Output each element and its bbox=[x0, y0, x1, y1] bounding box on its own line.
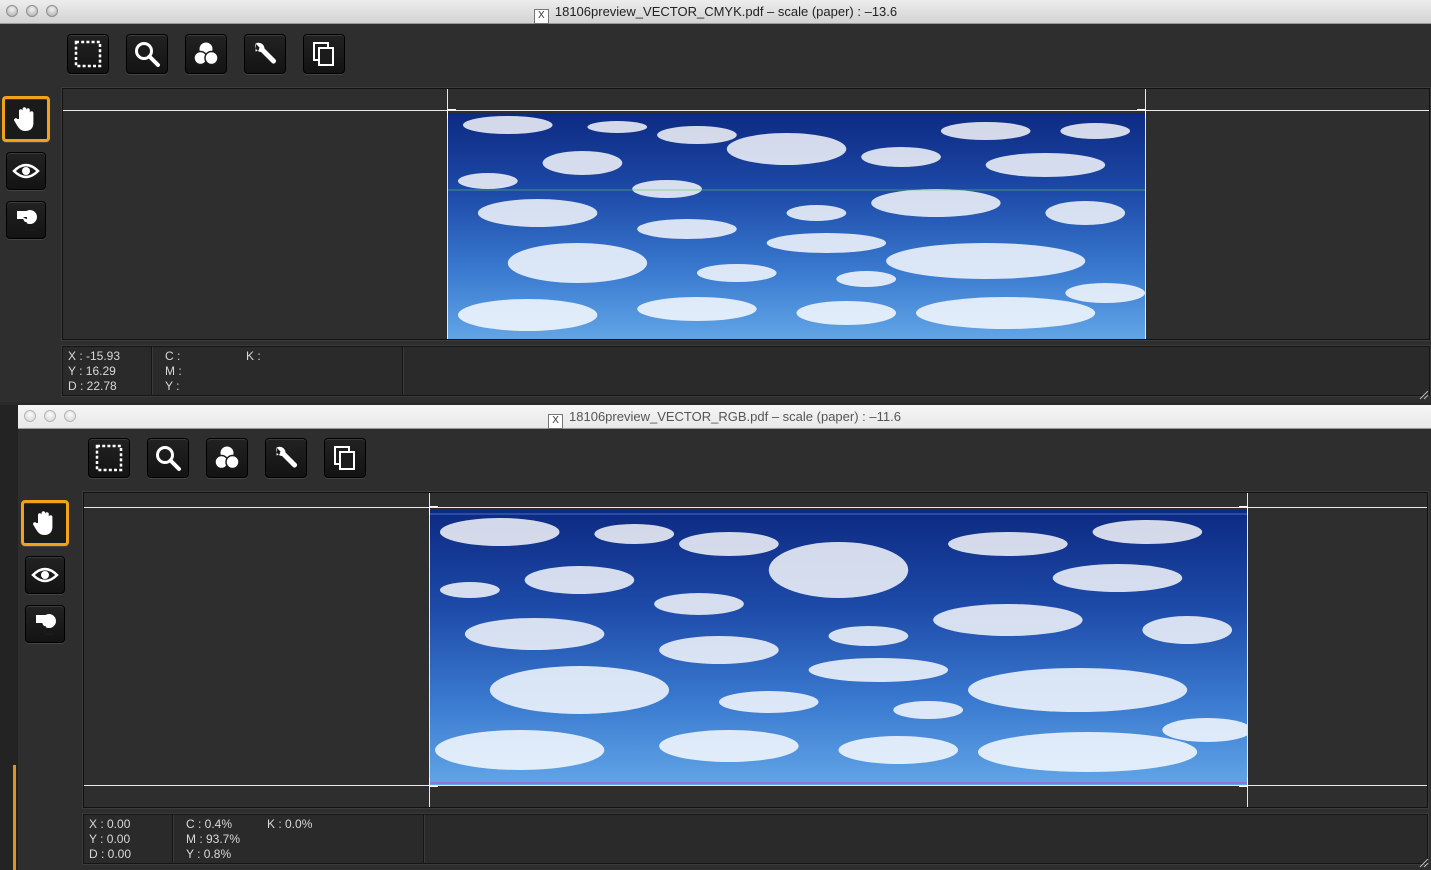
color-separations-icon bbox=[193, 42, 219, 66]
crop-mark-bottom-left bbox=[429, 778, 438, 787]
separations-button[interactable] bbox=[185, 34, 227, 74]
yellow-value: Y : bbox=[165, 379, 180, 393]
crop-mark-top-right bbox=[1239, 506, 1248, 515]
hand-icon bbox=[14, 107, 34, 131]
pages-button[interactable] bbox=[324, 438, 366, 478]
y-coordinate: Y : 0.00 bbox=[89, 832, 131, 846]
horizontal-guide-bottom bbox=[84, 785, 1427, 786]
sidebar-tools bbox=[21, 500, 69, 654]
black-value: K : 0.0% bbox=[267, 817, 313, 831]
preview-canvas[interactable] bbox=[83, 492, 1428, 808]
overlay-icon bbox=[36, 614, 56, 635]
settings-button[interactable] bbox=[265, 438, 307, 478]
k-readout: K : bbox=[246, 349, 261, 364]
yellow-value: Y : 0.8% bbox=[186, 847, 232, 861]
position-readout: X : -15.93 Y : 16.29 D : 22.78 bbox=[68, 349, 120, 394]
resize-grip-icon[interactable] bbox=[1419, 390, 1429, 400]
preview-window-cmyk: X 18106preview_VECTOR_CMYK.pdf – scale (p… bbox=[0, 0, 1431, 402]
select-tool-button[interactable] bbox=[67, 34, 109, 74]
view-tool-button[interactable] bbox=[25, 556, 65, 594]
vertical-guide-right bbox=[1247, 493, 1248, 807]
select-tool-button[interactable] bbox=[88, 438, 130, 478]
x11-icon: X bbox=[548, 414, 564, 429]
sidebar-tools bbox=[2, 96, 50, 250]
eye-icon bbox=[12, 163, 40, 179]
x11-icon: X bbox=[533, 9, 549, 24]
pages-icon bbox=[313, 42, 334, 66]
hand-icon bbox=[33, 511, 53, 535]
wrench-icon bbox=[276, 446, 297, 468]
title-bar: X 18106preview_VECTOR_CMYK.pdf – scale (p… bbox=[0, 0, 1431, 24]
zoom-tool-button[interactable] bbox=[147, 438, 189, 478]
k-readout: K : 0.0% bbox=[267, 817, 312, 832]
separator bbox=[402, 347, 404, 395]
horizontal-guide bbox=[63, 110, 1429, 111]
y-coordinate: Y : 16.29 bbox=[68, 364, 116, 378]
resize-grip-icon[interactable] bbox=[1419, 858, 1429, 868]
vertical-guide-right bbox=[1145, 89, 1146, 339]
distance: D : 22.78 bbox=[68, 379, 117, 393]
preview-window-rgb: X 18106preview_VECTOR_RGB.pdf – scale (pa… bbox=[18, 405, 1431, 870]
separator bbox=[172, 815, 174, 863]
clouds-graphic bbox=[448, 116, 1145, 331]
toolbar bbox=[88, 438, 366, 478]
select-marquee-icon bbox=[74, 40, 102, 68]
crop-mark-top-left bbox=[447, 109, 456, 118]
artwork-preview bbox=[430, 510, 1247, 785]
overlay-tool-button[interactable] bbox=[25, 605, 65, 643]
window-title-text: 18106preview_VECTOR_CMYK.pdf – scale (pa… bbox=[554, 4, 898, 19]
eye-icon bbox=[31, 567, 59, 583]
select-marquee-icon bbox=[95, 444, 123, 472]
cmy-readout: C : M : Y : bbox=[165, 349, 182, 394]
window-title-text: 18106preview_VECTOR_RGB.pdf – scale (pap… bbox=[569, 409, 901, 424]
cyan-value: C : 0.4% bbox=[186, 817, 233, 831]
artwork-preview bbox=[448, 113, 1145, 339]
window-title: X 18106preview_VECTOR_RGB.pdf – scale (pa… bbox=[18, 409, 1431, 429]
preview-canvas[interactable] bbox=[62, 88, 1430, 340]
crop-mark-top-right bbox=[1137, 109, 1146, 118]
settings-button[interactable] bbox=[244, 34, 286, 74]
hand-tool-button[interactable] bbox=[2, 96, 50, 142]
distance: D : 0.00 bbox=[89, 847, 132, 861]
hand-tool-button[interactable] bbox=[21, 500, 69, 546]
black-value: K : bbox=[246, 349, 261, 363]
info-panel: X : -15.93 Y : 16.29 D : 22.78 C : M : Y… bbox=[62, 346, 1430, 396]
magenta-value: M : 93.7% bbox=[186, 832, 241, 846]
position-readout: X : 0.00 Y : 0.00 D : 0.00 bbox=[89, 817, 131, 862]
magnifier-icon bbox=[135, 42, 160, 67]
info-panel: X : 0.00 Y : 0.00 D : 0.00 C : 0.4% M : … bbox=[83, 814, 1428, 864]
cmy-readout: C : 0.4% M : 93.7% Y : 0.8% bbox=[186, 817, 240, 862]
window-title: X 18106preview_VECTOR_CMYK.pdf – scale (p… bbox=[0, 4, 1431, 24]
separator bbox=[423, 815, 425, 863]
clouds-graphic bbox=[430, 513, 1247, 784]
pages-button[interactable] bbox=[303, 34, 345, 74]
view-tool-button[interactable] bbox=[6, 152, 46, 190]
overlay-icon bbox=[17, 210, 37, 231]
x-coordinate: X : 0.00 bbox=[89, 817, 131, 831]
magenta-value: M : bbox=[165, 364, 182, 378]
horizontal-guide-top bbox=[84, 507, 1427, 508]
background-accent-bar bbox=[13, 765, 16, 870]
magnifier-icon bbox=[156, 446, 181, 471]
pages-icon bbox=[334, 446, 355, 470]
toolbar bbox=[67, 34, 345, 74]
overlay-tool-button[interactable] bbox=[6, 201, 46, 239]
color-separations-icon bbox=[214, 446, 240, 470]
x-coordinate: X : -15.93 bbox=[68, 349, 121, 363]
zoom-tool-button[interactable] bbox=[126, 34, 168, 74]
title-bar: X 18106preview_VECTOR_RGB.pdf – scale (pa… bbox=[18, 405, 1431, 429]
separator bbox=[151, 347, 153, 395]
separations-button[interactable] bbox=[206, 438, 248, 478]
wrench-icon bbox=[255, 42, 276, 64]
background-window-strip bbox=[0, 405, 19, 870]
crop-mark-top-left bbox=[429, 506, 438, 515]
crop-mark-bottom-right bbox=[1239, 778, 1248, 787]
cyan-value: C : bbox=[165, 349, 181, 363]
